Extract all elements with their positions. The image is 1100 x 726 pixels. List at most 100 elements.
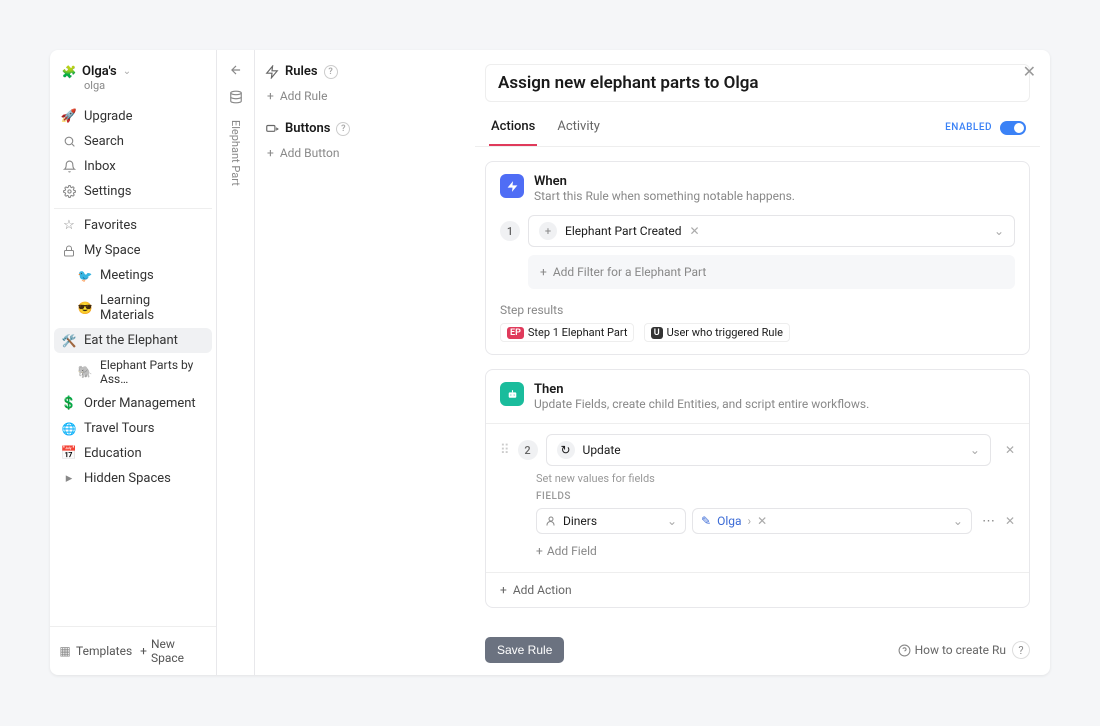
database-icon[interactable] [229,90,243,104]
nav-order-mgmt[interactable]: 💲Order Management [54,391,212,416]
tab-actions[interactable]: Actions [489,109,537,146]
trigger-select[interactable]: + Elephant Part Created ✕ ⌄ [528,215,1015,247]
plus-icon: + [539,222,557,240]
field-select[interactable]: Diners ⌄ [536,508,686,534]
nav-my-space[interactable]: My Space [54,238,212,263]
result-chip-entity[interactable]: EPStep 1 Elephant Part [500,323,634,342]
bird-icon: 🐦 [78,269,92,283]
save-rule-button[interactable]: Save Rule [485,637,564,663]
workspace-title: Olga's [82,64,117,79]
bell-icon [62,160,76,174]
nav-favorites[interactable]: ☆Favorites [54,213,212,238]
step-number: 1 [500,221,520,241]
plus-icon: + [536,544,543,558]
action-hint: Set new values for fields [536,472,1015,485]
remove-action-button[interactable]: ✕ [1005,443,1015,457]
help-link[interactable]: How to create Ru [898,643,1006,657]
more-options-button[interactable]: ⋯ [978,514,999,529]
chevron-down-icon: ⌄ [994,224,1004,238]
collapsed-rail: Elephant Part [217,50,255,675]
help-bubble-button[interactable]: ? [1012,641,1030,659]
help-icon [898,644,911,657]
drag-handle-icon[interactable]: ⠿ [500,443,510,458]
gear-icon [62,185,76,199]
action-select[interactable]: ↻ Update ⌄ [546,434,991,466]
help-icon[interactable]: ? [336,122,350,136]
value-select[interactable]: ✎ Olga › ✕ ⌄ [692,508,972,534]
edit-icon: ✎ [701,514,711,528]
step-number: 2 [518,440,538,460]
nav-learning[interactable]: 😎Learning Materials [54,288,212,328]
nav-meetings[interactable]: 🐦Meetings [54,263,212,288]
lightning-icon [265,65,279,79]
trigger-label: Elephant Part Created [565,224,682,238]
remove-field-button[interactable]: ✕ [1005,514,1015,528]
nav-eat-elephant[interactable]: 🛠️Eat the Elephant [54,328,212,353]
result-chip-user[interactable]: UUser who triggered Rule [644,323,790,342]
when-subtitle: Start this Rule when something notable h… [534,189,795,203]
nav-education[interactable]: 📅Education [54,441,212,466]
cursor-icon [265,122,279,136]
enabled-label: ENABLED [945,122,992,133]
rules-heading: Rules ? [265,64,455,79]
plus-icon: + [267,89,274,103]
add-filter-button[interactable]: + Add Filter for a Elephant Part [528,255,1015,289]
when-title: When [534,174,795,189]
nav-templates[interactable]: ▦Templates [58,644,132,658]
nav-hidden[interactable]: ▸Hidden Spaces [54,466,212,491]
calendar-icon: 📅 [62,447,76,461]
cool-icon: 😎 [78,301,92,315]
star-icon: ☆ [62,219,76,233]
then-card: Then Update Fields, create child Entitie… [485,369,1030,608]
plus-icon: + [267,146,274,160]
nav-inbox[interactable]: Inbox [54,154,212,179]
nav-settings[interactable]: Settings [54,179,212,204]
caret-icon: ▸ [62,472,76,486]
sidebar: 🧩 Olga's ⌄ olga 🚀Upgrade Search Inbox Se… [50,50,217,675]
add-button-button[interactable]: +Add Button [265,142,455,164]
workspace-user: olga [84,79,204,92]
nav-upgrade[interactable]: 🚀Upgrade [54,104,212,129]
chevron-down-icon: ⌄ [667,514,677,528]
rocket-icon: 🚀 [62,110,76,124]
close-button[interactable]: ✕ [1023,62,1036,81]
rail-label: Elephant Part [229,120,242,186]
rule-title[interactable]: Assign new elephant parts to Olga [498,73,1017,93]
workspace-switcher[interactable]: 🧩 Olga's ⌄ [62,64,204,79]
robot-icon [500,382,524,406]
back-button[interactable] [226,60,246,80]
step-results-label: Step results [500,303,1015,317]
when-card: When Start this Rule when something nota… [485,161,1030,355]
rule-editor: ✕ Assign new elephant parts to Olga Acti… [465,50,1050,675]
enabled-toggle[interactable] [1000,121,1026,135]
tab-activity[interactable]: Activity [555,109,602,146]
chevron-down-icon: ⌄ [953,514,963,528]
nav-search[interactable]: Search [54,129,212,154]
then-title: Then [534,382,869,397]
add-rule-button[interactable]: +Add Rule [265,85,455,107]
workspace-icon: 🧩 [62,65,76,79]
nav-new-space[interactable]: +New Space [140,637,208,665]
remove-trigger-button[interactable]: ✕ [690,224,700,238]
lightning-icon [500,174,524,198]
chevron-down-icon: ⌄ [123,66,131,77]
plus-icon: + [500,583,507,597]
plus-icon: + [540,265,547,279]
chevron-down-icon: ⌄ [970,443,980,457]
help-icon[interactable]: ? [324,65,338,79]
dollar-icon: 💲 [62,397,76,411]
lock-icon [62,244,76,258]
arrow-circle-icon: ↻ [557,441,575,459]
plus-icon: + [140,644,147,658]
fields-label: FIELDS [536,491,1015,502]
add-action-button[interactable]: +Add Action [486,572,1029,607]
nav-elephant-parts[interactable]: 🐘Elephant Parts by Ass… [54,353,212,391]
globe-icon: 🌐 [62,422,76,436]
rules-panel: Rules ? +Add Rule Buttons ? +Add Button [255,50,465,675]
user-icon [545,515,557,527]
add-field-button[interactable]: +Add Field [536,544,1015,558]
nav-travel[interactable]: 🌐Travel Tours [54,416,212,441]
clear-value-button[interactable]: ✕ [757,514,767,528]
app-window: 🧩 Olga's ⌄ olga 🚀Upgrade Search Inbox Se… [50,50,1050,675]
elephant-icon: 🐘 [78,365,92,379]
